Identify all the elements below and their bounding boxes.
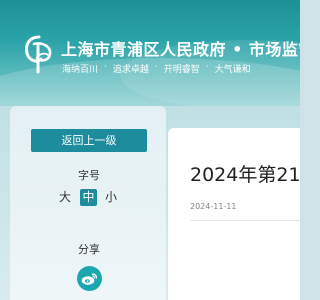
article-card: 2024年第21期 2024-11-11 bbox=[168, 128, 300, 300]
font-size-medium-button[interactable]: 中 bbox=[80, 189, 97, 206]
font-size-label: 字号 bbox=[78, 169, 100, 182]
site-title: 上海市青浦区人民政府 • 市场监管 bbox=[61, 40, 300, 59]
slogan-separator: · bbox=[205, 62, 209, 72]
weibo-icon bbox=[81, 273, 97, 285]
slogan-text: 开明睿智 bbox=[163, 65, 200, 75]
article-title: 2024年第21期 bbox=[190, 164, 300, 186]
divider bbox=[190, 220, 300, 221]
weibo-share-button[interactable] bbox=[77, 266, 102, 291]
slogan-text: 追求卓越 bbox=[112, 65, 149, 75]
slogan-separator: · bbox=[154, 62, 158, 72]
slogan-row: 海纳百川 · 追求卓越 · 开明睿智 · 大气谦和 bbox=[62, 62, 251, 75]
font-size-large-button[interactable]: 大 bbox=[57, 189, 73, 206]
slogan-text: 海纳百川 bbox=[62, 65, 99, 75]
article-date: 2024-11-11 bbox=[190, 202, 237, 211]
qingpu-leaf-logo-icon[interactable] bbox=[22, 34, 56, 74]
back-button[interactable]: 返回上一级 bbox=[31, 129, 147, 152]
header-banner: 上海市青浦区人民政府 • 市场监管 海纳百川 · 追求卓越 · 开明睿智 · 大… bbox=[0, 0, 300, 106]
slogan-separator: · bbox=[104, 62, 107, 72]
font-size-small-button[interactable]: 小 bbox=[103, 189, 119, 206]
slogan-text: 大气谦和 bbox=[214, 65, 251, 75]
share-label: 分享 bbox=[78, 243, 100, 256]
